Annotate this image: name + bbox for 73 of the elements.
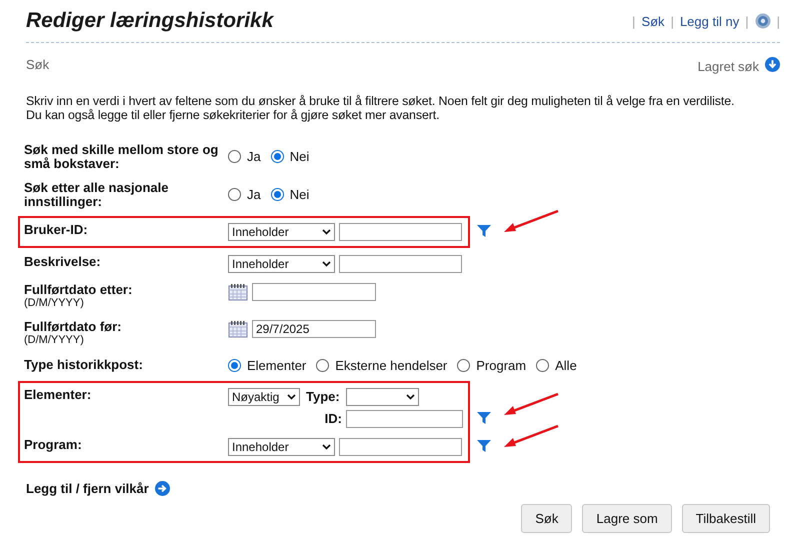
option-label: Nei [290, 149, 310, 164]
field-label: Elementer: [24, 388, 92, 402]
field-label: Bruker-ID: [24, 223, 89, 237]
dropdown[interactable] [346, 388, 419, 406]
text-field[interactable] [339, 223, 462, 241]
radio-option[interactable]: Nei [270, 187, 310, 202]
option-label: Elementer [247, 358, 306, 373]
field-label: Beskrivelse: [24, 255, 102, 269]
dropdown[interactable]: Inneholder [228, 223, 335, 241]
radio-button[interactable] [316, 359, 330, 372]
id-label: ID: [324, 412, 342, 426]
calendar-icon[interactable] [228, 320, 248, 338]
field-label: Program: [24, 438, 83, 452]
caret-icon [287, 394, 296, 400]
page-title: Rediger læringshistorikk [26, 9, 274, 33]
date-field[interactable] [252, 283, 376, 301]
option-label: Ja [247, 149, 261, 164]
option-label: Alle [555, 358, 577, 373]
text-field[interactable] [339, 255, 462, 273]
option-label: Ja [247, 187, 261, 202]
field-label: Søk med skille mellom store og små bokstaver: [24, 143, 220, 171]
separator: | [745, 14, 749, 28]
radio-button[interactable] [228, 150, 241, 163]
calendar-icon[interactable] [228, 283, 248, 301]
radio-button[interactable] [457, 359, 470, 372]
saved-search-link[interactable]: Lagret søk [698, 59, 759, 74]
dropdown[interactable]: Inneholder [228, 255, 335, 273]
radio-option[interactable]: Program [457, 358, 526, 373]
add-remove-link[interactable]: Legg til / fjern vilkår [26, 481, 149, 496]
header-link[interactable]: Legg til ny [680, 14, 740, 28]
filter-icon[interactable] [477, 412, 491, 424]
dropdown[interactable]: Nøyaktig [228, 388, 300, 406]
caret-icon [406, 394, 415, 400]
radio-option[interactable]: Elementer [228, 358, 306, 373]
radio-option[interactable]: Nei [270, 149, 310, 164]
type-label: Type: [306, 390, 340, 404]
option-label: Nei [290, 187, 310, 202]
radio-option[interactable]: Ja [228, 187, 261, 202]
caret-icon [322, 444, 331, 450]
separator: | [670, 14, 674, 28]
field-label: Type historikkpost: [24, 358, 144, 372]
radio-button[interactable] [270, 150, 284, 163]
id-field[interactable] [346, 410, 463, 428]
header-link[interactable]: Søk [641, 14, 665, 28]
field-label: Fullførtdato før: [24, 320, 122, 334]
section-label: Søk [26, 57, 50, 72]
radio-button[interactable] [228, 188, 241, 201]
caret-icon [322, 229, 331, 235]
option-label: Program [476, 358, 526, 373]
format-hint: (D/M/YYYY) [24, 334, 85, 347]
instructions-text: Skriv inn en verdi i hvert av feltene som du ønsker å bruke til å filtrere søket. Noen felt gir deg muligheten til å velge fra en verdiliste. Du kan også legge til eller fjerne søkekriterier for å gjøre søket mer avansert. [26, 94, 736, 122]
radio-option[interactable]: Ja [228, 149, 261, 164]
field-label: Fullførtdato etter: [24, 283, 134, 297]
arrow-down-icon[interactable] [765, 57, 780, 72]
text-field[interactable] [339, 438, 462, 456]
radio-button[interactable] [228, 359, 241, 372]
dropdown[interactable]: Inneholder [228, 438, 335, 456]
separator: | [632, 14, 636, 28]
arrow-right-icon[interactable] [154, 481, 170, 496]
radio-button[interactable] [536, 359, 550, 372]
action-button[interactable]: Tilbakestill [682, 504, 770, 533]
separator: | [776, 14, 780, 28]
date-field[interactable]: 29/7/2025 [252, 320, 376, 338]
filter-icon[interactable] [477, 440, 491, 452]
radio-button[interactable] [270, 188, 284, 201]
caret-icon [322, 261, 331, 267]
format-hint: (D/M/YYYY) [24, 297, 85, 310]
field-label: Søk etter alle nasjonale innstillinger: [24, 181, 170, 209]
radio-option[interactable]: Alle [536, 358, 577, 373]
action-button[interactable]: Lagre som [582, 504, 672, 533]
filter-icon[interactable] [477, 225, 491, 237]
action-button[interactable]: Søk [521, 504, 572, 533]
help-icon[interactable] [754, 13, 771, 29]
